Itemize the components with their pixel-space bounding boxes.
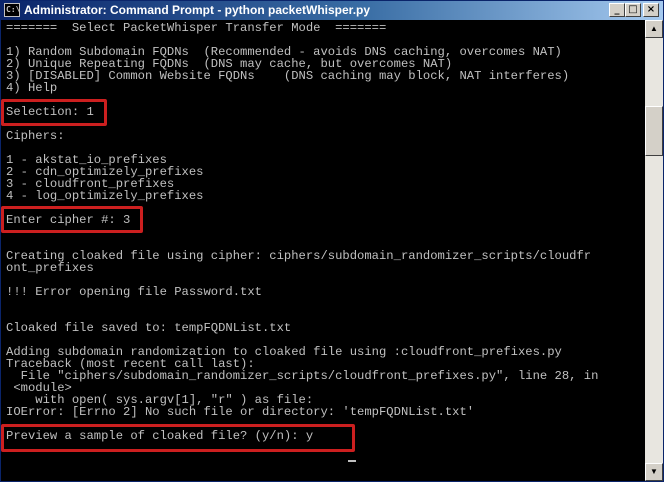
window-title: Administrator: Command Prompt - python p… — [24, 3, 371, 17]
close-button[interactable]: × — [643, 3, 659, 17]
console-line: ont_prefixes — [6, 261, 94, 275]
highlight-preview-prompt-box — [1, 424, 355, 452]
command-prompt-window: C:\ Administrator: Command Prompt - pyth… — [0, 0, 664, 482]
scroll-thumb[interactable] — [645, 106, 663, 156]
error-line: !!! Error opening file Password.txt — [6, 285, 262, 299]
console-line: 4 - log_optimizely_prefixes — [6, 189, 204, 203]
console-line: Creating cloaked file using cipher: ciph… — [6, 249, 592, 263]
scroll-down-button[interactable]: ▼ — [645, 463, 663, 481]
minimize-button[interactable]: _ — [609, 3, 625, 17]
console-output[interactable]: ======= Select PacketWhisper Transfer Mo… — [3, 20, 644, 481]
console-line: Cloaked file saved to: tempFQDNList.txt — [6, 321, 292, 335]
traceback-line: File "ciphers/subdomain_randomizer_scrip… — [6, 369, 599, 383]
arrow-up-icon: ▲ — [650, 24, 658, 33]
scroll-up-button[interactable]: ▲ — [645, 20, 663, 38]
maximize-icon: □ — [628, 4, 638, 15]
vertical-scrollbar[interactable]: ▲ ▼ — [645, 20, 663, 481]
cmd-prompt-icon[interactable]: C:\ — [4, 3, 20, 17]
title-bar[interactable]: C:\ Administrator: Command Prompt - pyth… — [1, 1, 663, 20]
console-line: 3) [DISABLED] Common Website FQDNs (DNS … — [6, 69, 570, 83]
console-line: Ciphers: — [6, 129, 65, 143]
highlight-cipher-box — [1, 206, 143, 233]
error-line: IOError: [Errno 2] No such file or direc… — [6, 405, 475, 419]
console-line: ======= Select PacketWhisper Transfer Mo… — [6, 21, 387, 35]
minimize-icon: _ — [614, 4, 620, 15]
text-cursor — [348, 460, 356, 462]
highlight-selection-box — [1, 99, 107, 126]
arrow-down-icon: ▼ — [650, 467, 658, 476]
maximize-button[interactable]: □ — [625, 3, 641, 17]
close-icon: × — [646, 4, 656, 15]
console-line: 4) Help — [6, 81, 58, 95]
